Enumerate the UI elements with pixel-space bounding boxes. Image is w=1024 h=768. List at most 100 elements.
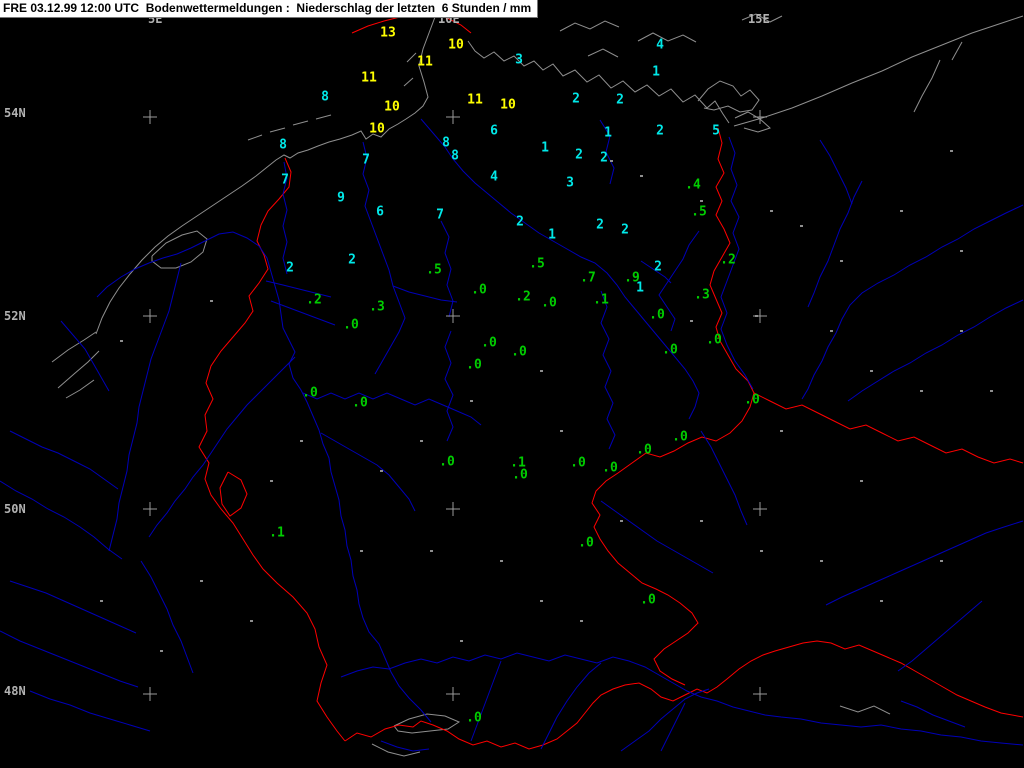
grid-cross [143,110,157,124]
station-precipitation-value: 8 [279,137,287,153]
river-france-5 [29,690,151,732]
station-precipitation-value: 8 [442,135,450,151]
terrain-mark [360,550,363,552]
station-precipitation-value: .0 [302,385,318,401]
station-precipitation-value: .5 [529,256,545,272]
station-precipitation-value: 10 [384,99,400,115]
terrain-mark [780,430,783,432]
terrain-mark [960,330,963,332]
weather-map-screen: 5E 10E 15E 54N 52N 50N 48N 13 10 11 11 11 10 10 10 3 4 1… [0,0,1024,768]
station-precipitation-value: 2 [286,260,294,276]
station-precipitation-value: 13 [380,25,396,41]
river-isar [540,662,602,750]
river-france-4 [0,630,139,688]
latitude-label: 48N [4,684,26,698]
station-precipitation-value: .4 [685,177,701,193]
river-warta [801,204,1024,400]
station-precipitation-value: 6 [490,123,498,139]
river-poland-2 [847,299,1024,402]
terrain-mark [830,330,833,332]
river-poland-5 [897,600,983,672]
station-precipitation-value: .3 [694,287,710,303]
station-precipitation-value: .2 [515,289,531,305]
station-precipitation-value: 7 [362,152,370,168]
station-precipitation-value: .0 [662,342,678,358]
terrain-mark [200,580,203,582]
river-neckar [320,432,416,512]
terrain-mark [470,400,473,402]
station-precipitation-value: 2 [596,217,604,233]
station-precipitation-value: 2 [572,91,580,107]
coastline-danish-isles-1 [559,20,620,32]
coastline-ne-1 [913,59,941,113]
station-precipitation-value: 3 [515,52,523,68]
station-precipitation-value: .5 [691,204,707,220]
grid-cross [753,502,767,516]
latitude-label: 54N [4,106,26,120]
station-precipitation-value: .0 [636,442,652,458]
station-precipitation-value: .0 [352,395,368,411]
station-precipitation-value: .0 [466,710,482,726]
station-precipitation-value: 1 [652,64,660,80]
grid-cross [143,309,157,323]
coastline-frisian-1 [247,134,263,141]
station-precipitation-value: 2 [654,259,662,275]
terrain-mark [210,300,213,302]
terrain-mark [250,620,253,622]
station-precipitation-value: 2 [600,150,608,166]
river-leine [440,220,454,318]
terrain-mark [920,390,923,392]
coastline-ne-2 [951,41,963,61]
terrain-mark [950,150,953,152]
station-precipitation-value: 8 [451,148,459,164]
terrain-mark [800,225,803,227]
terrain-mark [940,560,943,562]
river-saale [600,290,616,450]
terrain-mark [100,600,103,602]
station-precipitation-value: 6 [376,204,384,220]
terrain-mark [900,210,903,212]
river-salzach [660,702,686,752]
map-canvas [0,4,1024,757]
terrain-mark [700,200,703,202]
station-precipitation-value: .0 [706,332,722,348]
terrain-mark [840,260,843,262]
station-precipitation-value: 2 [656,123,664,139]
station-precipitation-value: .3 [369,299,385,315]
river-lech [470,660,502,742]
border-luxembourg [219,471,248,517]
terrain-mark [500,560,503,562]
river-danube [340,652,1024,746]
coastline-northfrisian-1 [403,77,414,87]
river-poland-4 [825,520,1024,606]
station-precipitation-value: 7 [436,207,444,223]
station-precipitation-value: .0 [744,392,760,408]
terrain-mark [860,480,863,482]
grid-cross [753,687,767,701]
title-bar: FRE 03.12.99 12:00 UTC Bodenwettermeldun… [0,0,539,18]
coastline-alps-2 [839,705,891,715]
coastline-frisian-2 [269,127,286,133]
station-precipitation-value: .0 [640,592,656,608]
grid-cross [446,687,460,701]
station-precipitation-value: .0 [570,455,586,471]
latitude-label: 50N [4,502,26,516]
coastline-danish-isles-2 [637,32,697,43]
station-precipitation-value: 11 [361,70,377,86]
station-precipitation-value: .0 [602,460,618,476]
grid-cross [143,687,157,701]
station-precipitation-value: .7 [580,270,596,286]
station-precipitation-value: 10 [369,121,385,137]
terrain-mark [540,600,543,602]
river-france-1 [9,430,119,490]
border-sudetes [753,392,1024,464]
station-precipitation-value: 7 [281,172,289,188]
terrain-mark [430,550,433,552]
station-precipitation-value: 4 [490,169,498,185]
border-east [591,127,755,686]
coastline-usedom [734,111,771,133]
terrain-mark [640,175,643,177]
station-precipitation-value: .0 [578,535,594,551]
station-precipitation-value: .0 [343,317,359,333]
terrain-mark [870,370,873,372]
